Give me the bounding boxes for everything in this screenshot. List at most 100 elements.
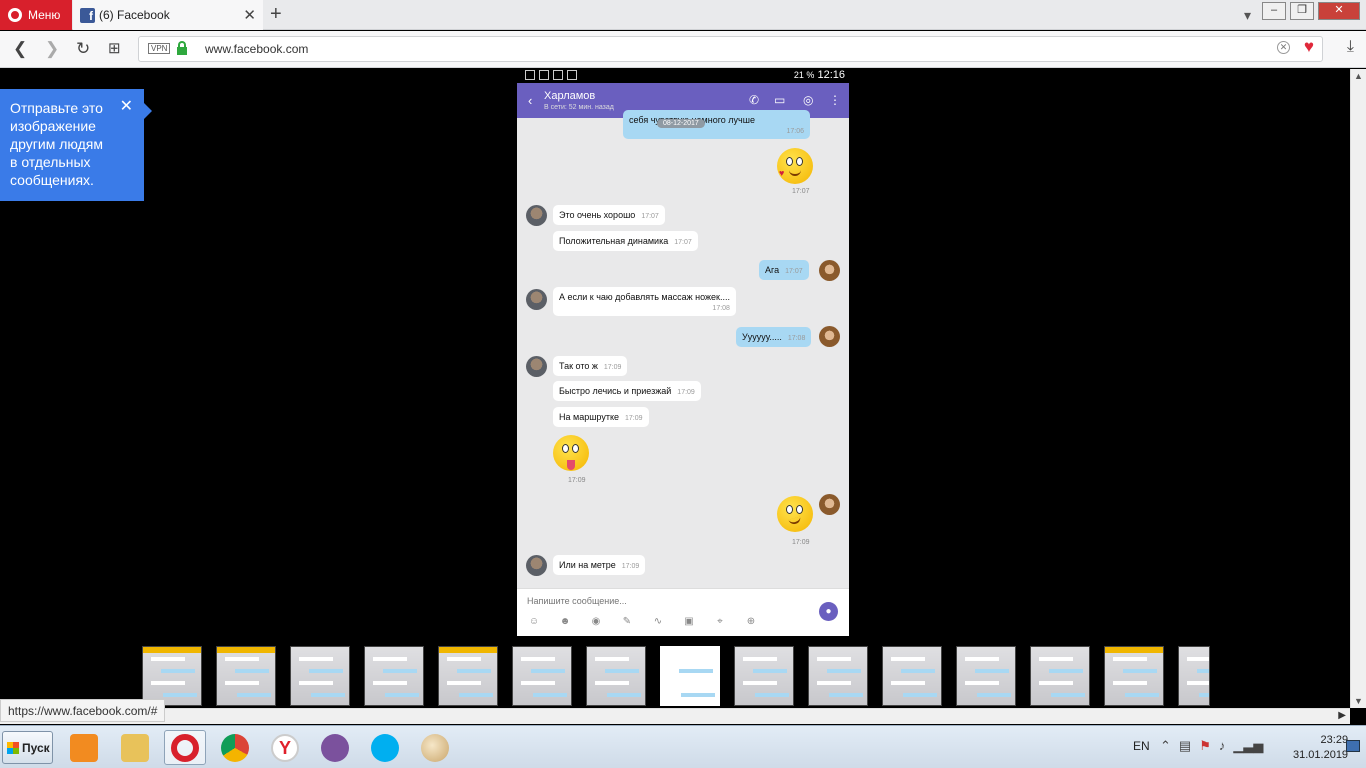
notification-icon	[567, 70, 577, 80]
chrome-icon[interactable]	[214, 730, 256, 765]
photo-thumbnail[interactable]	[808, 646, 868, 706]
restore-button[interactable]: ❐	[1290, 2, 1314, 20]
opera-menu-button[interactable]: Меню	[0, 0, 72, 30]
ad-block-icon[interactable]: ✕	[1277, 41, 1290, 54]
tab-facebook[interactable]: f (6) Facebook ✕	[73, 0, 263, 30]
skype-icon[interactable]	[364, 730, 406, 765]
forward-arrow-icon[interactable]: ❯	[45, 39, 59, 59]
bookmark-heart-icon[interactable]: ♥	[1304, 37, 1314, 57]
sticker-icon: ☺	[528, 616, 540, 627]
contact-name: Харламов	[544, 90, 596, 102]
message-bubble-out: себя чувствую немного лучше 17:06	[623, 110, 810, 139]
photo-thumbnail[interactable]	[586, 646, 646, 706]
tab-close-icon[interactable]: ✕	[243, 6, 256, 24]
vpn-badge[interactable]: VPN	[148, 43, 171, 54]
photo-thumbnail[interactable]	[142, 646, 202, 706]
date-pill: 08-12-2017	[657, 119, 705, 128]
viber-icon[interactable]	[314, 730, 356, 765]
usb-device-icon[interactable]: ▤	[1179, 738, 1191, 754]
photo-thumbnail[interactable]	[734, 646, 794, 706]
photo-thumbnail[interactable]	[216, 646, 276, 706]
windows-taskbar: Пуск Y EN ⌃ ▤ ⚑ ♪ ▁▃▅ 23:29 31.01.2019	[0, 725, 1366, 768]
contact-avatar	[526, 356, 547, 377]
photo-thumbnail[interactable]	[1104, 646, 1164, 706]
scroll-up-arrow-icon[interactable]: ▲	[1354, 71, 1363, 81]
yandex-browser-icon[interactable]: Y	[264, 730, 306, 765]
message-time: 17:09	[568, 477, 586, 484]
tooltip-close-icon[interactable]: ✕	[120, 98, 133, 116]
new-tab-plus-icon[interactable]: +	[270, 3, 282, 26]
photo-thumbnail[interactable]	[882, 646, 942, 706]
photo-thumbnail[interactable]	[660, 646, 720, 706]
media-player-icon[interactable]	[63, 730, 105, 765]
address-bar[interactable]: VPN www.facebook.com ✕ ♥	[138, 36, 1323, 62]
tray-expand-icon[interactable]: ⌃	[1160, 738, 1171, 754]
photo-thumbnail[interactable]	[1030, 646, 1090, 706]
message-time: 17:07	[792, 188, 810, 195]
photo-thumbnail[interactable]	[956, 646, 1016, 706]
file-explorer-icon[interactable]	[114, 730, 156, 765]
message-time: 17:07	[674, 239, 692, 246]
camera-icon: ◎	[803, 93, 814, 107]
contact-avatar	[526, 289, 547, 310]
own-avatar	[819, 494, 840, 515]
contact-avatar	[526, 205, 547, 226]
message-text: Или на метре	[559, 560, 616, 570]
show-desktop-button[interactable]	[1346, 740, 1360, 752]
message-text: Так ото ж	[559, 361, 598, 371]
opera-icon[interactable]	[164, 730, 206, 765]
own-avatar	[819, 326, 840, 347]
confused-emoji-sticker	[777, 496, 813, 532]
language-indicator[interactable]: EN	[1133, 739, 1150, 753]
message-time: 17:09	[792, 539, 810, 546]
clock-date: 31.01.2019	[1293, 749, 1349, 761]
download-icon[interactable]: ⤓	[1347, 38, 1354, 56]
message-text: Это очень хорошо	[559, 210, 636, 220]
horizontal-scrollbar[interactable]: ▶	[0, 708, 1350, 724]
photo-thumbnail[interactable]	[290, 646, 350, 706]
photo-thumbnail[interactable]	[512, 646, 572, 706]
doodle-icon: ✎	[622, 616, 632, 627]
photo-thumbnail-strip	[142, 646, 1210, 706]
clock-time: 23:29	[1320, 734, 1349, 746]
back-arrow-icon[interactable]: ❮	[13, 39, 27, 59]
photo-image[interactable]: 21 % 12:16 ‹ Харламов В сети: 52 мин. на…	[517, 69, 849, 636]
close-window-button[interactable]: ✕	[1318, 2, 1360, 20]
notification-icon	[525, 70, 535, 80]
message-list: себя чувствую немного лучше 17:06 08-12-…	[517, 110, 849, 588]
message-time: 17:07	[785, 268, 803, 275]
contact-status: В сети: 52 мин. назад	[544, 104, 614, 111]
photo-thumbnail[interactable]	[1178, 646, 1210, 706]
reload-icon[interactable]: ↻	[76, 39, 90, 59]
photo-thumbnail[interactable]	[364, 646, 424, 706]
photo-camera-icon: ◉	[591, 616, 601, 627]
message-input	[527, 596, 807, 606]
scroll-right-arrow-icon[interactable]: ▶	[1338, 710, 1346, 721]
opera-menu-label: Меню	[28, 8, 61, 22]
system-tray: ⌃ ▤ ⚑ ♪ ▁▃▅	[1160, 738, 1263, 754]
phone-clock: 12:16	[817, 69, 845, 81]
start-button[interactable]: Пуск	[2, 731, 53, 764]
scroll-down-arrow-icon[interactable]: ▼	[1354, 696, 1363, 706]
kiss-emoji-sticker: ♥	[777, 148, 813, 184]
speed-dial-grid-icon[interactable]: ⊞	[108, 39, 121, 57]
url-text[interactable]: www.facebook.com	[205, 42, 308, 56]
share-tooltip: Отправьте это изображение другим людям в…	[0, 89, 152, 201]
tab-menu-icon[interactable]: ▾	[1244, 7, 1251, 24]
taskbar-clock[interactable]: 23:29 31.01.2019	[1293, 733, 1348, 763]
photo-thumbnail[interactable]	[438, 646, 498, 706]
vertical-scrollbar[interactable]: ▲ ▼	[1350, 69, 1366, 708]
start-label: Пуск	[22, 740, 50, 755]
message-bubble-in: Это очень хорошо 17:07	[553, 205, 665, 225]
tongue-emoji-sticker	[553, 435, 589, 471]
action-center-alert-icon[interactable]: ⚑	[1199, 738, 1211, 754]
volume-icon[interactable]: ♪	[1219, 738, 1226, 754]
network-signal-icon[interactable]: ▁▃▅	[1233, 738, 1263, 754]
location-icon: ⌖	[717, 616, 723, 627]
secure-lock-icon[interactable]	[177, 41, 187, 55]
minimize-button[interactable]: –	[1262, 2, 1286, 20]
message-time: 17:09	[625, 415, 643, 422]
notification-icon	[539, 70, 549, 80]
paint-icon[interactable]	[414, 730, 456, 765]
message-bubble-in: Или на метре 17:09	[553, 555, 646, 575]
